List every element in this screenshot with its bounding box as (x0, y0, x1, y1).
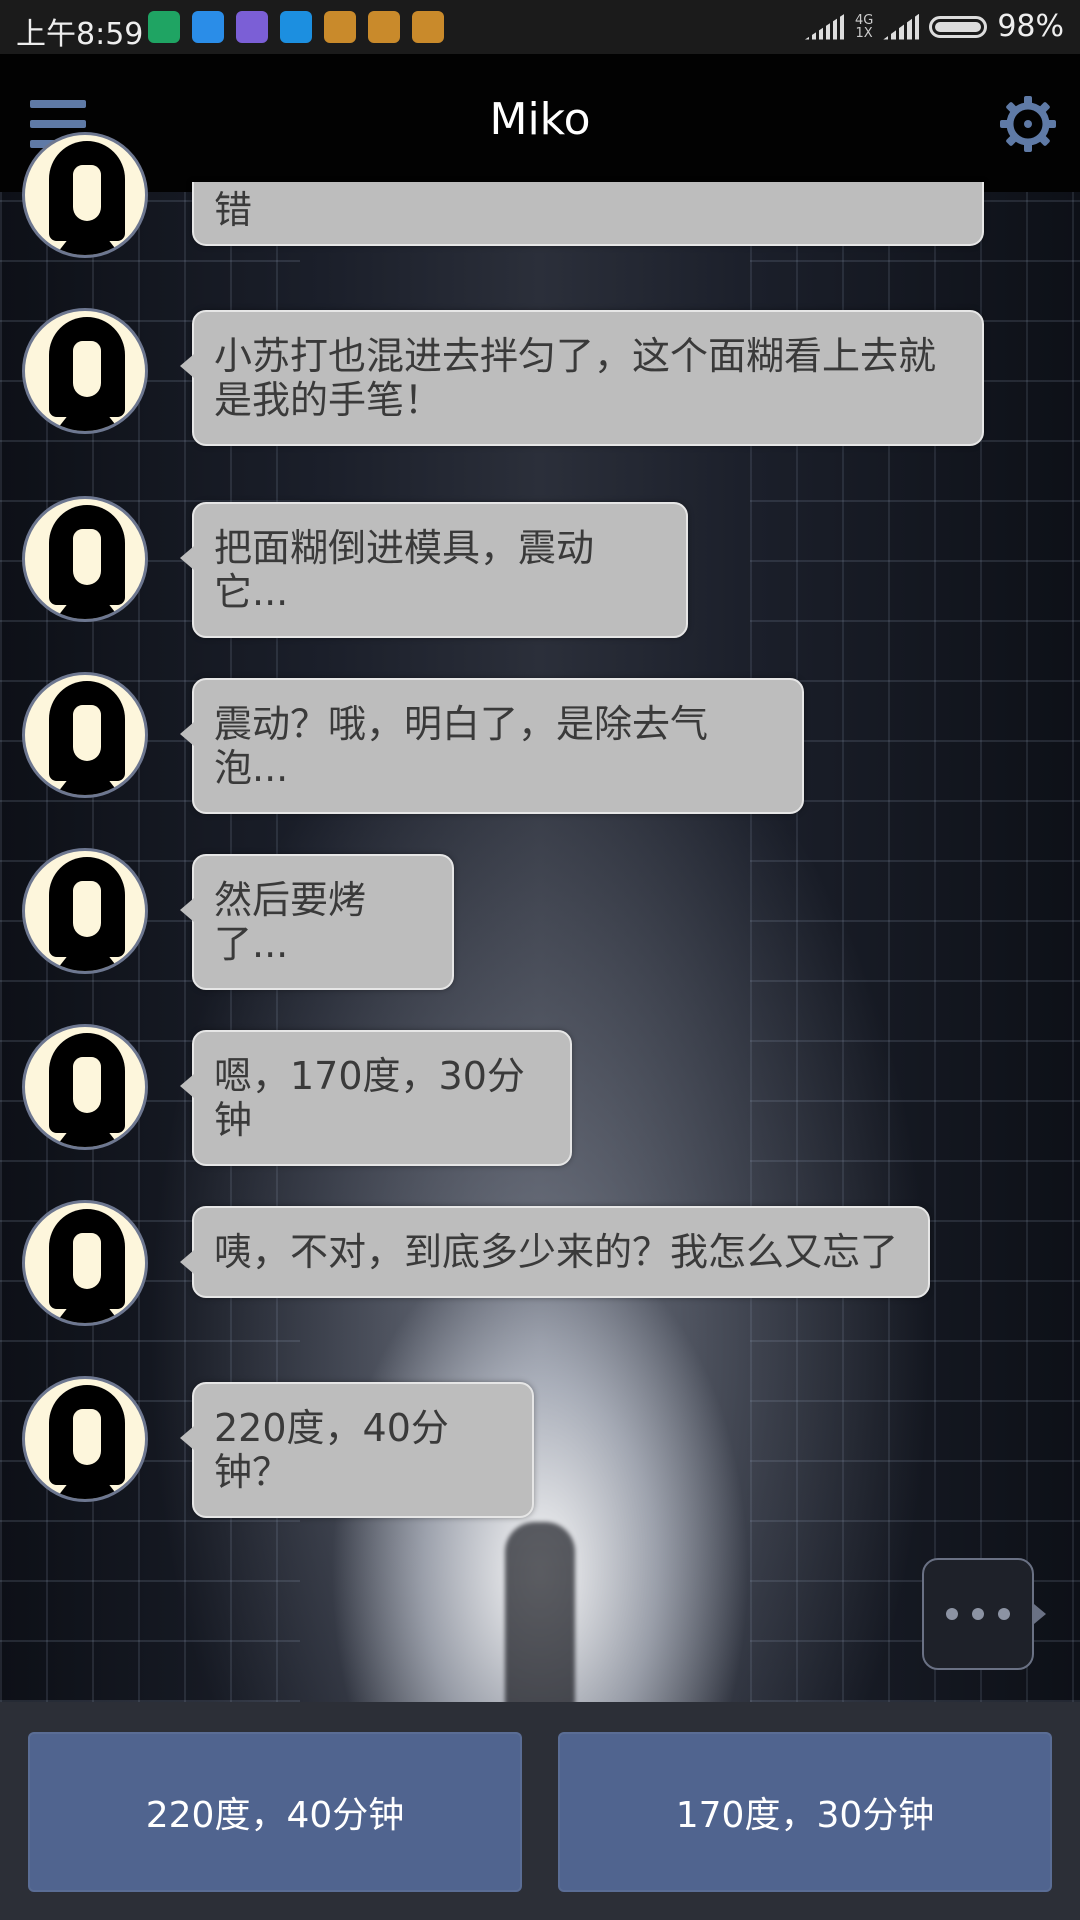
choice-button-1[interactable]: 220度，40分钟 (28, 1732, 522, 1892)
app-icon (412, 11, 444, 43)
choice-label: 170度，30分钟 (675, 1795, 935, 1836)
app-icon (368, 11, 400, 43)
status-time: 上午8:59 (16, 17, 144, 52)
battery-percent: 98% (997, 9, 1064, 44)
avatar (22, 496, 148, 622)
message-bubble: 把面糊倒进模具，震动它... (180, 502, 688, 638)
message-text: 然后要烤了... (214, 878, 367, 966)
message-text: 小苏打也混进去拌匀了，这个面糊看上去就是我的手笔！ (214, 334, 937, 422)
typing-indicator (922, 1558, 1046, 1670)
app-header: Miko (0, 54, 1080, 192)
message-text: 嗯，170度，30分钟 (214, 1054, 525, 1142)
reply-choices: 220度，40分钟 170度，30分钟 (0, 1702, 1080, 1920)
page-title: Miko (489, 94, 591, 145)
app-icon (236, 11, 268, 43)
avatar (22, 1024, 148, 1150)
network-type-label: 4G 1X (855, 14, 873, 40)
status-right: 4G 1X 98% (804, 9, 1064, 44)
avatar (22, 132, 148, 258)
app-icon (324, 11, 356, 43)
typing-dot (972, 1608, 984, 1620)
choice-label: 220度，40分钟 (145, 1795, 405, 1836)
avatar (22, 848, 148, 974)
network-type-top: 4G (854, 12, 874, 28)
message-bubble: 然后要烤了... (180, 854, 454, 990)
notification-app-icons (148, 11, 444, 43)
message-bubble: 震动？哦，明白了，是除去气泡... (180, 678, 804, 814)
message-text: 震动？哦，明白了，是除去气泡... (214, 702, 709, 790)
message-bubble: 咦，不对，到底多少来的？我怎么又忘了 (180, 1206, 930, 1298)
app-icon (280, 11, 312, 43)
background-figure (505, 1522, 575, 1702)
avatar (22, 1376, 148, 1502)
message-text: 错 (214, 188, 253, 232)
choice-button-2[interactable]: 170度，30分钟 (558, 1732, 1052, 1892)
message-bubble: 220度，40分钟？ (180, 1382, 534, 1518)
message-text: 咦，不对，到底多少来的？我怎么又忘了 (214, 1230, 899, 1274)
app-icon (192, 11, 224, 43)
cell-signal-icon (883, 13, 920, 40)
signal-bars-icon (804, 13, 845, 40)
avatar (22, 1200, 148, 1326)
battery-icon (929, 15, 988, 38)
message-bubble: 小苏打也混进去拌匀了，这个面糊看上去就是我的手笔！ (180, 310, 984, 446)
message-bubble: 嗯，170度，30分钟 (180, 1030, 572, 1166)
typing-dot (998, 1608, 1010, 1620)
status-bar: 上午8:59 4G 1X 98% (0, 0, 1080, 54)
typing-dot (946, 1608, 958, 1620)
message-text: 220度，40分钟？ (214, 1406, 449, 1494)
message-text: 把面糊倒进模具，震动它... (214, 526, 595, 614)
app-icon (148, 11, 180, 43)
message-bubble: 错 (192, 182, 984, 246)
avatar (22, 672, 148, 798)
gear-icon[interactable] (998, 94, 1058, 154)
avatar (22, 308, 148, 434)
network-type-bottom: 1X (855, 25, 873, 41)
